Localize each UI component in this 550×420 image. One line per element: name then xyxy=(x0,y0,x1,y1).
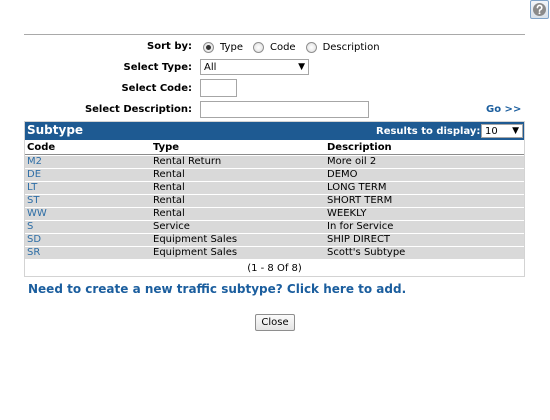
subtype-grid: Subtype Results to display: 10 ▼ Code Ty… xyxy=(24,121,525,277)
column-header-type[interactable]: Type xyxy=(153,142,179,153)
column-header-description[interactable]: Description xyxy=(327,142,392,153)
sort-by-radio-group: Type Code Description xyxy=(203,40,390,54)
results-to-display-label: Results to display: xyxy=(376,126,481,137)
row-description: LONG TERM xyxy=(327,182,387,193)
row-description: In for Service xyxy=(327,221,394,232)
select-type-label: Select Type: xyxy=(123,62,192,73)
type-select-value: All xyxy=(204,61,217,73)
row-code-link[interactable]: ST xyxy=(27,195,39,207)
table-row[interactable]: SR Equipment Sales Scott's Subtype xyxy=(25,247,524,259)
row-description: WEEKLY xyxy=(327,208,367,219)
sort-by-label: Sort by: xyxy=(147,41,192,52)
row-type: Equipment Sales xyxy=(153,247,238,258)
grid-header-bar: Subtype Results to display: 10 ▼ xyxy=(25,122,524,140)
row-type: Equipment Sales xyxy=(153,234,238,245)
sort-type-radio[interactable] xyxy=(203,41,214,53)
select-description-label: Select Description: xyxy=(84,104,192,115)
row-description: Scott's Subtype xyxy=(327,247,406,258)
radio-selected-dot xyxy=(206,44,211,50)
results-per-page-select[interactable]: 10 ▼ xyxy=(481,124,523,138)
sort-description-radio[interactable] xyxy=(305,41,317,53)
row-type: Rental xyxy=(153,169,185,180)
row-type: Service xyxy=(153,221,190,232)
table-row[interactable]: ST Rental SHORT TERM xyxy=(25,195,524,207)
row-code-link[interactable]: WW xyxy=(27,208,47,220)
sort-type-label: Type xyxy=(220,41,243,53)
column-header-code[interactable]: Code xyxy=(27,142,55,153)
type-select[interactable]: All ▼ xyxy=(200,59,309,75)
table-row[interactable]: DE Rental DEMO xyxy=(25,169,524,181)
row-description: DEMO xyxy=(327,169,358,180)
table-row[interactable]: LT Rental LONG TERM xyxy=(25,182,524,194)
close-button[interactable]: Close xyxy=(255,314,295,331)
row-type: Rental Return xyxy=(153,156,222,167)
chevron-down-icon: ▼ xyxy=(512,126,519,136)
table-row[interactable]: SD Equipment Sales SHIP DIRECT xyxy=(25,234,524,246)
row-code-link[interactable]: LT xyxy=(27,182,37,194)
sort-code-label: Code xyxy=(269,41,296,53)
row-description: SHIP DIRECT xyxy=(327,234,391,245)
results-per-page-value: 10 xyxy=(485,125,498,137)
description-input[interactable] xyxy=(200,101,369,118)
sort-code-radio[interactable] xyxy=(252,41,264,53)
row-description: More oil 2 xyxy=(327,156,377,167)
add-subtype-link[interactable]: Need to create a new traffic subtype? Cl… xyxy=(28,282,406,296)
row-type: Rental xyxy=(153,195,185,206)
sort-description-label: Description xyxy=(322,41,380,53)
chevron-down-icon: ▼ xyxy=(298,62,305,72)
row-description: SHORT TERM xyxy=(327,195,393,206)
question-circle-icon xyxy=(533,3,546,16)
table-row[interactable]: WW Rental WEEKLY xyxy=(25,208,524,220)
row-code-link[interactable]: S xyxy=(27,221,33,233)
grid-title: Subtype xyxy=(27,123,84,137)
go-link[interactable]: Go >> xyxy=(486,104,521,115)
row-type: Rental xyxy=(153,208,185,219)
row-code-link[interactable]: SD xyxy=(27,234,41,246)
row-code-link[interactable]: M2 xyxy=(27,156,42,168)
code-input[interactable] xyxy=(200,79,237,97)
row-type: Rental xyxy=(153,182,185,193)
help-icon[interactable] xyxy=(530,0,549,19)
top-divider xyxy=(24,34,525,35)
row-code-link[interactable]: DE xyxy=(27,169,41,181)
pagination-info: (1 - 8 Of 8) xyxy=(247,263,302,274)
table-row[interactable]: S Service In for Service xyxy=(25,221,524,233)
select-code-label: Select Code: xyxy=(121,83,192,94)
table-row[interactable]: M2 Rental Return More oil 2 xyxy=(25,156,524,168)
row-code-link[interactable]: SR xyxy=(27,247,40,259)
header-divider xyxy=(25,154,524,155)
